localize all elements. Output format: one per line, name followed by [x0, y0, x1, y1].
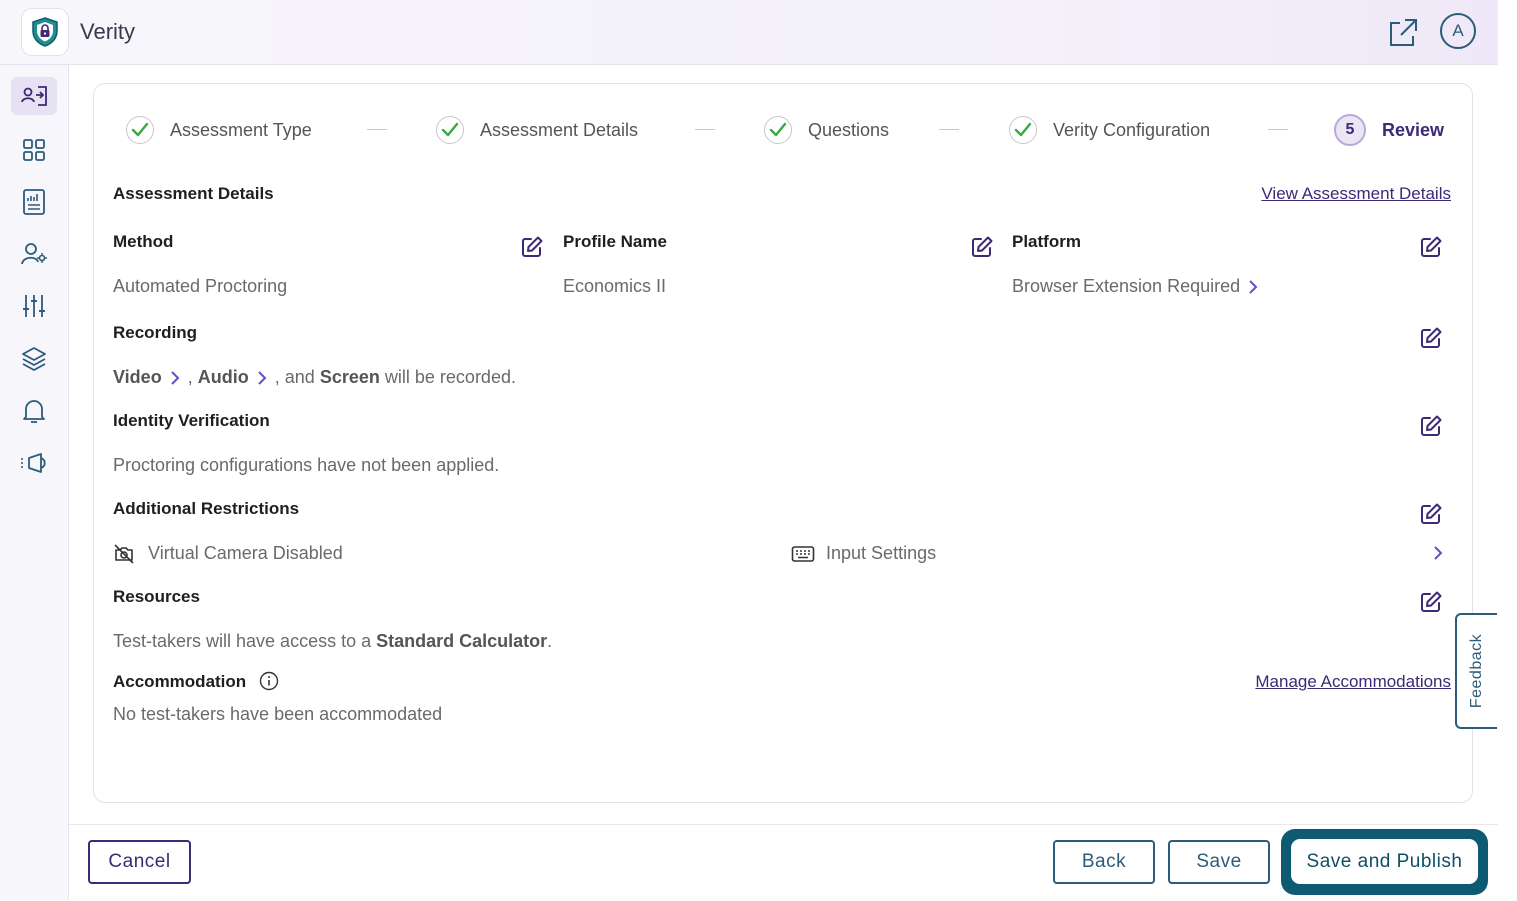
- step-label: Review: [1382, 119, 1445, 140]
- step-review[interactable]: 5 Review: [1334, 112, 1444, 148]
- input-settings-text: Input Settings: [826, 543, 937, 563]
- bell-icon: [23, 400, 45, 423]
- platform-value-text: Browser Extension Required: [1012, 276, 1241, 296]
- step-label: Assessment Type: [170, 119, 312, 140]
- edit-icon[interactable]: [1419, 590, 1443, 614]
- chevron-right-icon[interactable]: [1430, 544, 1446, 562]
- top-bar: Verity A: [0, 0, 1498, 65]
- sidebar-item-announcements[interactable]: [11, 444, 57, 482]
- edit-icon[interactable]: [1419, 414, 1443, 438]
- recording-suffix: will be recorded.: [384, 367, 516, 387]
- input-settings-item[interactable]: Input Settings: [791, 543, 936, 564]
- check-icon: [126, 116, 154, 144]
- app-title: Verity: [80, 19, 136, 44]
- accommodation-value: No test-takers have been accommodated: [113, 704, 443, 724]
- separator: , and: [274, 367, 315, 387]
- feedback-tab[interactable]: Feedback: [1455, 613, 1497, 729]
- chevron-right-icon[interactable]: [167, 370, 183, 386]
- virtual-camera-text: Virtual Camera Disabled: [148, 543, 343, 563]
- resources-label: Resources: [113, 587, 200, 606]
- step-label: Assessment Details: [480, 119, 639, 140]
- step-number: 5: [1334, 114, 1366, 146]
- user-settings-icon: [21, 243, 47, 265]
- step-assessment-type[interactable]: Assessment Type: [126, 112, 312, 148]
- check-icon: [764, 116, 792, 144]
- accommodation-label: Accommodation: [113, 672, 247, 691]
- edit-icon[interactable]: [1419, 502, 1443, 526]
- review-card: Assessment Type Assessment Details Quest…: [93, 83, 1473, 803]
- step-label: Questions: [808, 119, 890, 140]
- layers-icon: [22, 347, 46, 371]
- chevron-right-icon[interactable]: [254, 370, 270, 386]
- save-button[interactable]: Save: [1168, 840, 1270, 884]
- verity-logo-icon[interactable]: [22, 9, 68, 55]
- sidebar-item-integrations[interactable]: [11, 340, 57, 378]
- sidebar: [0, 65, 69, 900]
- megaphone-icon: [21, 453, 46, 473]
- step-verity-configuration[interactable]: Verity Configuration: [1009, 112, 1210, 148]
- user-avatar[interactable]: A: [1440, 13, 1476, 49]
- edit-icon[interactable]: [1419, 326, 1443, 350]
- edit-icon[interactable]: [970, 235, 994, 259]
- method-label: Method: [113, 232, 174, 251]
- sidebar-item-settings[interactable]: [11, 287, 57, 325]
- step-questions[interactable]: Questions: [764, 112, 889, 148]
- info-icon[interactable]: [259, 671, 279, 691]
- method-value: Automated Proctoring: [113, 276, 288, 296]
- additional-restrictions-label: Additional Restrictions: [113, 499, 300, 518]
- chevron-right-icon[interactable]: [1245, 279, 1261, 295]
- resources-prefix: Test-takers will have access to a: [113, 631, 372, 651]
- step-divider: [695, 129, 715, 130]
- check-icon: [1009, 116, 1037, 144]
- save-and-publish-button[interactable]: Save and Publish: [1291, 839, 1478, 884]
- edit-icon[interactable]: [520, 235, 544, 259]
- accommodation-heading: Accommodation: [113, 671, 279, 692]
- sliders-icon: [23, 295, 45, 317]
- keyboard-icon: [791, 546, 815, 563]
- step-divider: [939, 129, 959, 130]
- step-label: Verity Configuration: [1053, 119, 1211, 140]
- profile-name-label: Profile Name: [563, 232, 667, 251]
- profile-name-value: Economics II: [563, 276, 667, 296]
- view-assessment-details-link[interactable]: View Assessment Details: [1261, 184, 1451, 204]
- identity-verification-label: Identity Verification: [113, 411, 270, 430]
- open-external-icon[interactable]: [1386, 16, 1420, 50]
- sidebar-item-reports[interactable]: [11, 183, 57, 221]
- cancel-button[interactable]: Cancel: [88, 840, 191, 884]
- check-icon: [436, 116, 464, 144]
- platform-label: Platform: [1012, 232, 1081, 251]
- platform-value[interactable]: Browser Extension Required: [1012, 276, 1261, 297]
- stepper: Assessment Type Assessment Details Quest…: [94, 112, 1472, 148]
- back-button[interactable]: Back: [1053, 840, 1155, 884]
- camera-off-icon: [114, 544, 134, 564]
- recording-value: Video , Audio , and Screen will be recor…: [113, 367, 516, 388]
- sidebar-item-users[interactable]: [11, 235, 57, 273]
- sidebar-item-dashboard[interactable]: [11, 131, 57, 169]
- separator: ,: [187, 367, 193, 387]
- user-arrow-icon: [21, 86, 47, 106]
- recording-audio[interactable]: Audio: [198, 367, 249, 387]
- recording-label: Recording: [113, 323, 198, 342]
- grid-icon: [23, 139, 45, 161]
- feedback-label: Feedback: [1468, 633, 1486, 709]
- edit-icon[interactable]: [1419, 235, 1443, 259]
- recording-screen: Screen: [319, 367, 380, 387]
- step-divider: [1268, 129, 1288, 130]
- report-icon: [23, 189, 45, 215]
- sidebar-item-notifications[interactable]: [11, 392, 57, 430]
- sidebar-item-proctoring[interactable]: [11, 77, 57, 115]
- resources-item: Standard Calculator: [376, 631, 548, 651]
- assessment-details-heading: Assessment Details: [113, 184, 274, 203]
- step-assessment-details[interactable]: Assessment Details: [436, 112, 638, 148]
- resources-value: Test-takers will have access to a Standa…: [113, 631, 552, 652]
- recording-video[interactable]: Video: [113, 367, 162, 387]
- manage-accommodations-link[interactable]: Manage Accommodations: [1255, 672, 1451, 692]
- identity-verification-value: Proctoring configurations have not been …: [113, 455, 500, 475]
- virtual-camera-item: Virtual Camera Disabled: [113, 543, 343, 565]
- resources-suffix: .: [547, 631, 553, 651]
- step-divider: [367, 129, 387, 130]
